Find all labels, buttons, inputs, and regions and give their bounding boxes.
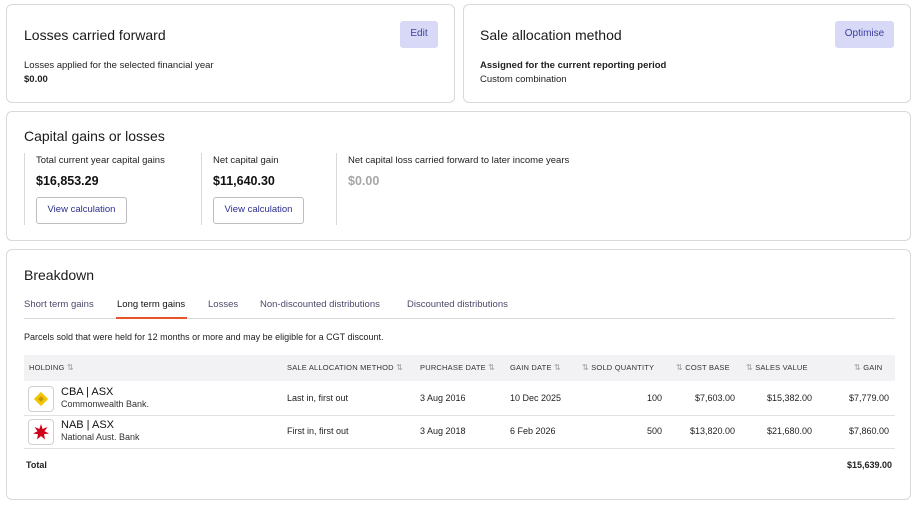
tab-losses[interactable]: Losses <box>208 299 238 310</box>
metric-divider <box>24 153 25 225</box>
column-header-sold-quantity[interactable]: ⇅ SOLD QUANTITY <box>582 355 654 381</box>
column-header-method[interactable]: SALE ALLOCATION METHOD ⇅ <box>287 355 403 381</box>
breakdown-description: Parcels sold that were held for 12 month… <box>24 332 384 342</box>
column-header-gain[interactable]: ⇅ GAIN <box>854 355 882 381</box>
column-header-gain-date[interactable]: GAIN DATE ⇅ <box>510 355 561 381</box>
cost-base-cell: $7,603.00 <box>694 393 735 403</box>
column-header-sales-value[interactable]: ⇅ SALES VALUE <box>746 355 808 381</box>
breakdown-card: Breakdown Short term gains Long term gai… <box>6 249 911 500</box>
purchase-date-cell: 3 Aug 2018 <box>420 426 466 436</box>
table-row[interactable]: CBA | ASX Commonwealth Bank. Last in, fi… <box>24 381 895 415</box>
nab-star-icon <box>33 424 49 440</box>
gain-date-cell: 10 Dec 2025 <box>510 393 562 403</box>
sales-value-cell: $21,680.00 <box>766 426 812 436</box>
sale-method-cell: Last in, first out <box>287 393 349 403</box>
tab-short-term-gains[interactable]: Short term gains <box>24 299 94 310</box>
sort-icon[interactable]: ⇅ <box>488 363 495 372</box>
column-header-holding[interactable]: HOLDING ⇅ <box>29 355 74 381</box>
metric-divider <box>336 153 337 225</box>
gain-date-cell: 6 Feb 2026 <box>510 426 556 436</box>
sold-quantity-cell: 100 <box>646 393 662 403</box>
table-header: HOLDING ⇅ SALE ALLOCATION METHOD ⇅ PURCH… <box>24 355 895 381</box>
sale-card-subtitle: Assigned for the current reporting perio… <box>480 60 667 71</box>
sort-icon[interactable]: ⇅ <box>582 363 589 372</box>
losses-card-title: Losses carried forward <box>24 27 166 43</box>
table-row[interactable]: NAB | ASX National Aust. Bank First in, … <box>24 415 895 448</box>
metric-divider <box>201 153 202 225</box>
active-tab-indicator <box>116 317 187 319</box>
sort-icon[interactable]: ⇅ <box>67 363 74 372</box>
holding-ticker: CBA | ASX <box>61 386 114 398</box>
purchase-date-cell: 3 Aug 2016 <box>420 393 466 403</box>
column-header-purchase-date[interactable]: PURCHASE DATE ⇅ <box>420 355 495 381</box>
view-calculation-button[interactable]: View calculation <box>213 197 304 224</box>
breakdown-title: Breakdown <box>24 267 95 283</box>
total-value: $15,639.00 <box>846 460 892 470</box>
net-gain-value: $11,640.30 <box>213 174 275 188</box>
tab-non-discounted-distributions[interactable]: Non-discounted distributions <box>260 299 380 310</box>
sale-allocation-card: Sale allocation method Optimise Assigned… <box>463 4 911 103</box>
cba-diamond-icon <box>33 391 49 407</box>
tab-long-term-gains[interactable]: Long term gains <box>117 299 185 310</box>
cost-base-cell: $13,820.00 <box>689 426 735 436</box>
row-divider <box>24 448 895 449</box>
sold-quantity-cell: 500 <box>646 426 662 436</box>
view-calculation-button[interactable]: View calculation <box>36 197 127 224</box>
sale-card-title: Sale allocation method <box>480 27 622 43</box>
nab-logo <box>28 419 54 445</box>
optimise-button[interactable]: Optimise <box>835 21 894 48</box>
total-gains-value: $16,853.29 <box>36 174 99 188</box>
sort-icon[interactable]: ⇅ <box>746 363 753 372</box>
sort-icon[interactable]: ⇅ <box>854 363 861 372</box>
cba-logo <box>28 386 54 412</box>
losses-carried-forward-card: Losses carried forward Edit Losses appli… <box>6 4 455 103</box>
sale-card-value: Custom combination <box>480 74 567 85</box>
holding-company: National Aust. Bank <box>61 432 140 442</box>
edit-button[interactable]: Edit <box>400 21 438 48</box>
holding-company: Commonwealth Bank. <box>61 399 150 409</box>
net-loss-value: $0.00 <box>348 174 380 188</box>
capital-gains-title: Capital gains or losses <box>24 128 165 144</box>
total-gains-label: Total current year capital gains <box>36 155 165 166</box>
losses-card-subtitle: Losses applied for the selected financia… <box>24 60 214 71</box>
sales-value-cell: $15,382.00 <box>766 393 812 403</box>
gain-cell: $7,860.00 <box>848 426 889 436</box>
net-loss-label: Net capital loss carried forward to late… <box>348 155 570 166</box>
sort-icon[interactable]: ⇅ <box>554 363 561 372</box>
column-header-cost-base[interactable]: ⇅ COST BASE <box>676 355 730 381</box>
net-gain-label: Net capital gain <box>213 155 279 166</box>
sort-icon[interactable]: ⇅ <box>676 363 683 372</box>
total-label: Total <box>26 460 47 470</box>
losses-card-value: $0.00 <box>24 74 48 85</box>
gain-cell: $7,779.00 <box>848 393 889 403</box>
tab-discounted-distributions[interactable]: Discounted distributions <box>407 299 508 310</box>
holding-ticker: NAB | ASX <box>61 419 114 431</box>
sale-method-cell: First in, first out <box>287 426 349 436</box>
sort-icon[interactable]: ⇅ <box>396 363 403 372</box>
capital-gains-card: Capital gains or losses Total current ye… <box>6 111 911 241</box>
